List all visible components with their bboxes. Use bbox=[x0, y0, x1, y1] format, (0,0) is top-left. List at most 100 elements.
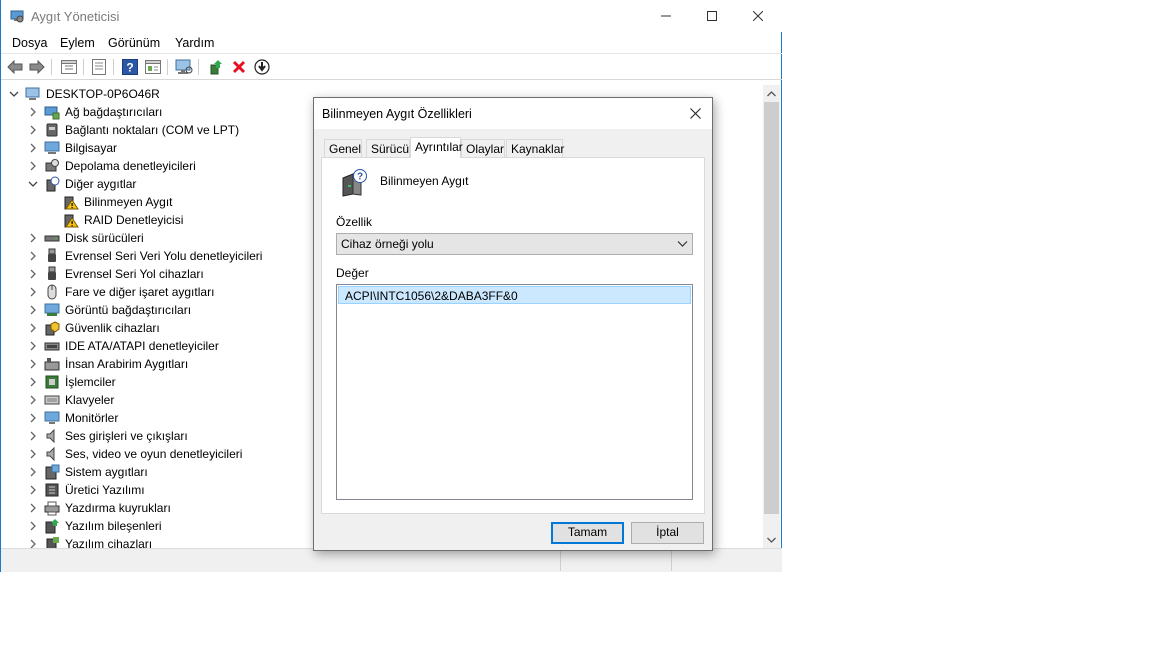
tree-item[interactable]: İşlemciler bbox=[28, 373, 116, 391]
tree-item[interactable]: Ses girişleri ve çıkışları bbox=[28, 427, 188, 445]
tree-item[interactable]: Disk sürücüleri bbox=[28, 229, 144, 247]
dialog-close-button[interactable] bbox=[680, 98, 710, 129]
tree-item[interactable]: Monitörler bbox=[28, 409, 118, 427]
display-adapter-icon bbox=[44, 303, 60, 316]
list-view-button[interactable] bbox=[89, 57, 109, 77]
tree-item[interactable]: İnsan Arabirim Aygıtları bbox=[28, 355, 188, 373]
minimize-button[interactable] bbox=[643, 0, 689, 32]
chevron-right-icon[interactable] bbox=[28, 449, 38, 459]
chevron-right-icon[interactable] bbox=[28, 305, 38, 315]
chevron-down-icon[interactable] bbox=[9, 89, 19, 99]
scan-hardware-button[interactable] bbox=[174, 57, 194, 77]
scrollbar-thumb[interactable] bbox=[764, 102, 779, 514]
tree-item[interactable]: Yazılım cihazları bbox=[28, 535, 152, 548]
tree-item[interactable]: RAID Denetleyicisi bbox=[47, 211, 183, 229]
chevron-right-icon[interactable] bbox=[28, 467, 38, 477]
svg-text:?: ? bbox=[126, 61, 133, 75]
chevron-right-icon[interactable] bbox=[28, 323, 38, 333]
tree-item[interactable]: Diğer aygıtlar bbox=[28, 175, 136, 193]
back-icon bbox=[7, 60, 23, 74]
chevron-right-icon[interactable] bbox=[28, 521, 38, 531]
chevron-down-icon[interactable] bbox=[28, 179, 38, 189]
tree-item[interactable]: Yazılım bileşenleri bbox=[28, 517, 161, 535]
tree-item[interactable]: Ağ bağdaştırıcıları bbox=[28, 103, 162, 121]
vertical-scrollbar[interactable] bbox=[763, 85, 780, 548]
tree-root[interactable]: DESKTOP-0P6O46R bbox=[9, 85, 160, 103]
tree-item-label: Evrensel Seri Veri Yolu denetleyicileri bbox=[65, 249, 263, 263]
tree-item[interactable]: Bilgisayar bbox=[28, 139, 117, 157]
tree-item[interactable]: Fare ve diğer işaret aygıtları bbox=[28, 283, 214, 301]
tree-item[interactable]: Üretici Yazılımı bbox=[28, 481, 145, 499]
keyboard-icon bbox=[44, 395, 60, 405]
menu-help[interactable]: Yardım bbox=[175, 36, 214, 50]
scroll-down-button[interactable] bbox=[763, 531, 780, 548]
property-select[interactable]: Cihaz örneği yolu bbox=[336, 233, 693, 255]
value-list[interactable]: ACPI\INTC1056\2&DABA3FF&0 bbox=[336, 284, 693, 500]
chevron-right-icon[interactable] bbox=[28, 377, 38, 387]
disable-device-button[interactable] bbox=[252, 57, 272, 77]
update-driver-button[interactable] bbox=[206, 57, 226, 77]
tab-details[interactable]: Ayrıntılar bbox=[410, 137, 463, 158]
chevron-right-icon[interactable] bbox=[28, 125, 38, 135]
audio-icon bbox=[46, 446, 55, 462]
back-button[interactable] bbox=[5, 57, 25, 77]
uninstall-button[interactable] bbox=[229, 57, 249, 77]
chevron-right-icon[interactable] bbox=[28, 143, 38, 153]
chevron-right-icon[interactable] bbox=[28, 413, 38, 423]
usb-icon bbox=[48, 248, 56, 262]
tree-item[interactable]: Evrensel Seri Yol cihazları bbox=[28, 265, 204, 283]
close-button[interactable] bbox=[735, 0, 781, 32]
chevron-right-icon[interactable] bbox=[28, 107, 38, 117]
chevron-right-icon[interactable] bbox=[28, 485, 38, 495]
tree-item[interactable]: Güvenlik cihazları bbox=[28, 319, 160, 337]
chevron-right-icon[interactable] bbox=[28, 287, 38, 297]
properties-view-icon bbox=[61, 60, 77, 74]
chevron-right-icon[interactable] bbox=[28, 431, 38, 441]
forward-button[interactable] bbox=[27, 57, 47, 77]
value-list-item[interactable]: ACPI\INTC1056\2&DABA3FF&0 bbox=[338, 286, 691, 304]
chevron-right-icon[interactable] bbox=[28, 395, 38, 405]
tree-item-label: Ses girişleri ve çıkışları bbox=[65, 429, 188, 443]
ide-controller-icon bbox=[44, 342, 60, 351]
chevron-right-icon[interactable] bbox=[28, 539, 38, 548]
tree-item[interactable]: Bilinmeyen Aygıt bbox=[47, 193, 173, 211]
action-view-button[interactable] bbox=[143, 57, 163, 77]
menu-file[interactable]: Dosya bbox=[12, 36, 47, 50]
scroll-up-button[interactable] bbox=[763, 85, 780, 102]
tree-item[interactable]: Görüntü bağdaştırıcıları bbox=[28, 301, 191, 319]
ok-button[interactable]: Tamam bbox=[551, 522, 624, 544]
tree-item[interactable]: Evrensel Seri Veri Yolu denetleyicileri bbox=[28, 247, 262, 265]
software-component-icon bbox=[45, 519, 59, 534]
tab-resources[interactable]: Kaynaklar bbox=[506, 139, 564, 158]
property-label: Özellik bbox=[336, 215, 373, 229]
maximize-button[interactable] bbox=[689, 0, 735, 32]
help-button[interactable]: ? bbox=[120, 57, 140, 77]
tree-item-label: Klavyeler bbox=[65, 393, 115, 407]
menu-action[interactable]: Eylem bbox=[60, 36, 95, 50]
tree-item-label: Depolama denetleyicileri bbox=[65, 159, 196, 173]
tree-item[interactable]: Depolama denetleyicileri bbox=[28, 157, 196, 175]
tree-item[interactable]: Bağlantı noktaları (COM ve LPT) bbox=[28, 121, 239, 139]
properties-view-button[interactable] bbox=[59, 57, 79, 77]
tree-item[interactable]: Ses, video ve oyun denetleyicileri bbox=[28, 445, 242, 463]
menu-view[interactable]: Görünüm bbox=[108, 36, 160, 50]
tree-item[interactable]: Yazdırma kuyrukları bbox=[28, 499, 171, 517]
chevron-right-icon[interactable] bbox=[28, 341, 38, 351]
chevron-right-icon[interactable] bbox=[28, 503, 38, 513]
tree-item-label: Güvenlik cihazları bbox=[65, 321, 160, 335]
properties-dialog: Bilinmeyen Aygıt Özellikleri Genel Sürüc… bbox=[313, 97, 713, 551]
tree-item[interactable]: IDE ATA/ATAPI denetleyiciler bbox=[28, 337, 219, 355]
chevron-right-icon[interactable] bbox=[28, 251, 38, 261]
tab-general[interactable]: Genel bbox=[324, 139, 362, 158]
tab-driver[interactable]: Sürücü bbox=[366, 139, 410, 158]
tab-events[interactable]: Olaylar bbox=[461, 139, 505, 158]
cancel-button[interactable]: İptal bbox=[631, 522, 704, 544]
chevron-right-icon[interactable] bbox=[28, 233, 38, 243]
chevron-right-icon[interactable] bbox=[28, 161, 38, 171]
dialog-title-bar: Bilinmeyen Aygıt Özellikleri bbox=[314, 98, 712, 129]
chevron-right-icon[interactable] bbox=[28, 269, 38, 279]
tree-item[interactable]: Sistem aygıtları bbox=[28, 463, 148, 481]
chevron-right-icon[interactable] bbox=[28, 359, 38, 369]
tree-item[interactable]: Klavyeler bbox=[28, 391, 114, 409]
mouse-icon bbox=[47, 284, 57, 300]
